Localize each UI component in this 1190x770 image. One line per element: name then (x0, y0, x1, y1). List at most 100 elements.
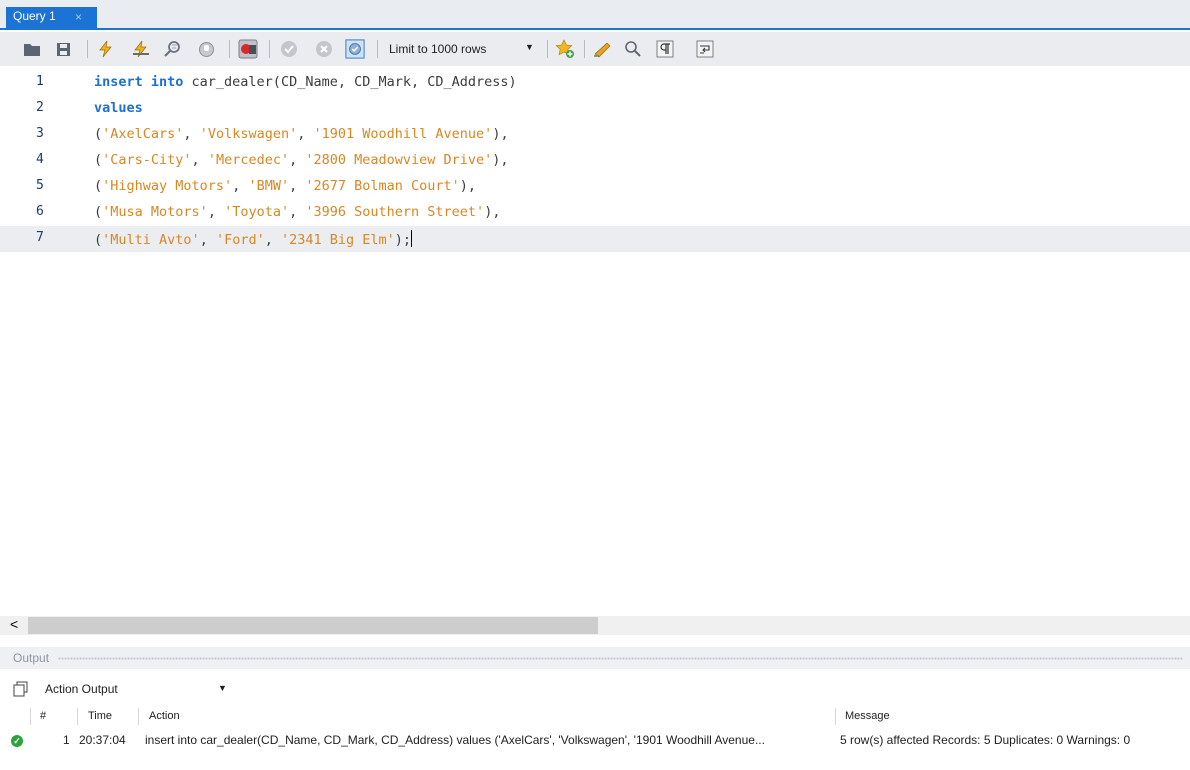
sql-text: , (289, 152, 306, 168)
sql-text: ), (484, 204, 501, 220)
limit-rows-select[interactable]: Limit to 1000 rows ▼ (384, 40, 542, 58)
sql-text: ( (94, 178, 103, 194)
sql-string: '2677 Bolman Court' (305, 178, 460, 194)
chevron-down-icon: ▼ (525, 42, 534, 52)
success-check-icon: ✓ (11, 735, 23, 747)
add-snippet-icon[interactable] (555, 39, 575, 59)
editor-line[interactable]: 2 values (0, 96, 1190, 122)
open-folder-icon[interactable] (22, 39, 42, 59)
execute-current-icon[interactable] (131, 39, 151, 59)
sql-string: '1901 Woodhill Avenue' (313, 126, 493, 142)
line-number: 7 (36, 230, 44, 245)
column-header-time[interactable]: Time (88, 710, 112, 722)
tab-query-1[interactable]: Query 1 × (6, 7, 97, 30)
limit-rows-label: Limit to 1000 rows (389, 42, 487, 56)
sql-text: , (183, 126, 200, 142)
execute-icon[interactable] (96, 39, 116, 59)
autocommit-icon[interactable] (345, 39, 365, 59)
editor-line[interactable]: 6 ('Musa Motors', 'Toyota', '3996 Souther… (0, 200, 1190, 226)
horizontal-scrollbar[interactable]: < (0, 616, 1190, 635)
column-header-action[interactable]: Action (149, 710, 180, 722)
line-number: 1 (36, 74, 44, 89)
editor-line[interactable]: 1 insert into car_dealer(CD_Name, CD_Mark… (0, 70, 1190, 96)
copy-icon[interactable] (13, 681, 29, 697)
editor-line[interactable]: 4 ('Cars-City', 'Mercedec', '2800 Meadowv… (0, 148, 1190, 174)
toolbar-separator (547, 40, 548, 58)
stop-icon[interactable] (196, 39, 216, 59)
column-divider (835, 708, 836, 725)
output-type-label: Action Output (45, 682, 118, 696)
wrap-lines-icon[interactable] (695, 39, 715, 59)
table-row[interactable]: ✓ 1 20:37:04 insert into car_dealer(CD_N… (0, 730, 1190, 750)
sql-keyword: values (94, 100, 143, 116)
output-panel-header: Output (0, 647, 1190, 669)
beautify-icon[interactable] (593, 39, 613, 59)
output-column-headers: # Time Action Message (0, 706, 1190, 726)
code-text: ('Cars-City', 'Mercedec', '2800 Meadowvi… (94, 152, 509, 168)
tab-strip: Query 1 × (0, 0, 1190, 30)
sql-editor-toolbar: Limit to 1000 rows ▼ (0, 32, 1190, 66)
editor-line[interactable]: 7 ('Multi Avto', 'Ford', '2341 Big Elm'); (0, 226, 1190, 252)
sql-keyword: insert into (94, 74, 184, 90)
code-text: values (94, 100, 143, 116)
save-icon[interactable] (53, 39, 73, 59)
column-divider (30, 708, 31, 725)
toggle-stop-on-error-icon[interactable] (238, 39, 258, 59)
sql-editor[interactable]: 1 insert into car_dealer(CD_Name, CD_Mark… (0, 66, 1190, 614)
code-text: ('AxelCars', 'Volkswagen', '1901 Woodhil… (94, 126, 509, 142)
sql-text: , (289, 204, 306, 220)
column-divider (77, 708, 78, 725)
invisible-chars-icon[interactable] (655, 39, 675, 59)
sql-text: ( (94, 232, 103, 248)
line-number: 6 (36, 204, 44, 219)
sql-text: ), (459, 178, 477, 194)
output-title: Output (13, 651, 50, 665)
tab-title: Query 1 (13, 9, 56, 23)
rollback-icon[interactable] (314, 39, 334, 59)
editor-line[interactable]: 3 ('AxelCars', 'Volkswagen', '1901 Woodhi… (0, 122, 1190, 148)
sql-string: 'AxelCars' (102, 126, 184, 142)
text-caret (411, 230, 413, 247)
sql-string: '2341 Big Elm' (281, 232, 395, 248)
scroll-left-arrow[interactable]: < (10, 616, 18, 632)
toolbar-separator (584, 40, 585, 58)
output-type-bar: Action Output ▼ (0, 676, 1190, 702)
toolbar-separator (87, 40, 88, 58)
scrollbar-thumb[interactable] (28, 617, 598, 634)
explain-icon[interactable] (163, 39, 183, 59)
sql-string: '3996 Southern Street' (305, 204, 485, 220)
sql-text: ); (394, 232, 412, 248)
row-number: 1 (63, 733, 70, 747)
line-number: 5 (36, 178, 44, 193)
sql-text: ( (94, 152, 103, 168)
row-time: 20:37:04 (79, 733, 126, 747)
code-text: ('Multi Avto', 'Ford', '2341 Big Elm'); (94, 230, 413, 248)
sql-text: ( (94, 126, 103, 142)
toolbar-separator (229, 40, 230, 58)
chevron-down-icon: ▼ (218, 683, 227, 693)
code-text: insert into car_dealer(CD_Name, CD_Mark,… (94, 74, 517, 90)
sql-string: 'Musa Motors' (102, 204, 208, 220)
sql-text: , (191, 152, 208, 168)
editor-line[interactable]: 5 ('Highway Motors', 'BMW', '2677 Bolman … (0, 174, 1190, 200)
row-action: insert into car_dealer(CD_Name, CD_Mark,… (145, 733, 765, 747)
panel-grip[interactable] (58, 657, 1183, 660)
sql-text: , (207, 204, 225, 220)
line-number: 4 (36, 152, 44, 167)
commit-icon[interactable] (279, 39, 299, 59)
find-icon[interactable] (623, 39, 643, 59)
sql-text: ), (492, 152, 509, 168)
sql-string: 'Multi Avto' (102, 232, 200, 248)
sql-string: 'Ford' (215, 232, 265, 248)
column-divider (138, 708, 139, 725)
sql-text: , (264, 232, 281, 248)
sql-string: 'BMW' (248, 178, 290, 194)
sql-string: 'Toyota' (224, 204, 290, 220)
line-number: 2 (36, 100, 44, 115)
sql-text: , (289, 178, 306, 194)
sql-text: ( (94, 204, 103, 220)
close-tab-icon[interactable]: × (75, 10, 82, 24)
column-header-number[interactable]: # (40, 710, 46, 722)
sql-string: 'Highway Motors' (102, 178, 233, 194)
column-header-message[interactable]: Message (845, 710, 890, 722)
